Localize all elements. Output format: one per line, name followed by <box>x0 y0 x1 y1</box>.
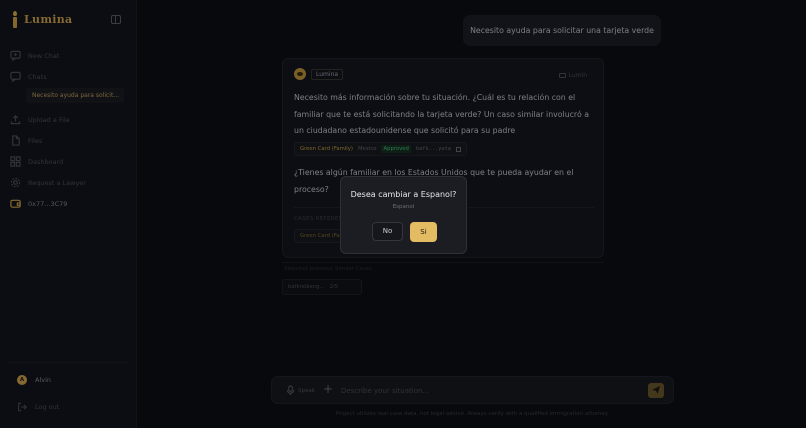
yes-button[interactable]: Si <box>410 222 437 242</box>
dialog-subtitle: Espanol <box>392 204 415 210</box>
no-button[interactable]: No <box>372 222 403 241</box>
dialog-title: Desea cambiar a Espanol? <box>350 190 457 199</box>
language-dialog: Desea cambiar a Espanol? Espanol No Si <box>340 176 467 254</box>
